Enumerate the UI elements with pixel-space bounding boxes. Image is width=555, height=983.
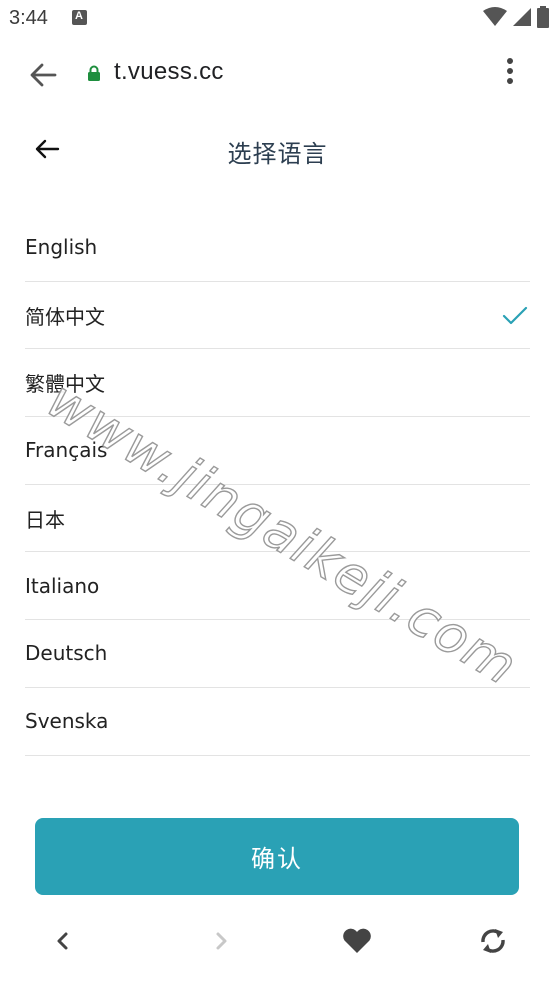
language-item-italian[interactable]: Italiano <box>25 552 530 621</box>
url-bar[interactable]: t.vuess.cc <box>114 58 224 86</box>
language-item-swedish[interactable]: Svenska <box>25 688 530 756</box>
app-header: 选择语言 <box>0 110 555 190</box>
language-item-traditional-chinese[interactable]: 繁體中文 <box>25 349 530 418</box>
language-item-german[interactable]: Deutsch <box>25 620 530 688</box>
language-label: 简体中文 <box>25 304 105 329</box>
wifi-icon <box>483 7 507 26</box>
chevron-left-icon[interactable] <box>45 926 79 956</box>
notification-icon: A <box>72 10 87 25</box>
language-label: 日本 <box>25 507 65 532</box>
language-label: 繁體中文 <box>25 372 105 397</box>
language-label: English <box>25 235 98 260</box>
language-item-japanese[interactable]: 日本 <box>25 485 530 553</box>
notification-letter: A <box>75 10 83 22</box>
signal-icon <box>513 8 531 26</box>
more-vert-icon[interactable] <box>503 58 517 90</box>
page-title: 选择语言 <box>227 140 328 168</box>
language-list: English 简体中文 繁體中文 Français 日本 Italiano D… <box>25 214 530 756</box>
language-item-french[interactable]: Français <box>25 417 530 485</box>
heart-icon[interactable] <box>340 926 374 956</box>
language-label: Deutsch <box>25 641 108 666</box>
chevron-right-icon[interactable] <box>205 926 239 956</box>
language-label: Italiano <box>25 573 100 598</box>
language-item-english[interactable]: English <box>25 214 530 282</box>
status-time: 3:44 <box>9 7 48 29</box>
confirm-button[interactable]: 确认 <box>35 818 519 895</box>
battery-icon <box>537 6 549 28</box>
browser-toolbar: t.vuess.cc <box>0 38 555 110</box>
bottom-nav-bar <box>0 910 555 970</box>
language-label: Français <box>25 438 108 463</box>
status-icons <box>483 6 549 28</box>
arrow-left-icon[interactable] <box>28 60 58 90</box>
check-icon <box>502 306 528 324</box>
language-item-simplified-chinese[interactable]: 简体中文 <box>25 282 530 350</box>
language-label: Svenska <box>25 709 109 734</box>
refresh-icon[interactable] <box>476 926 510 956</box>
status-bar: 3:44 A <box>0 0 555 38</box>
lock-icon <box>88 65 100 81</box>
